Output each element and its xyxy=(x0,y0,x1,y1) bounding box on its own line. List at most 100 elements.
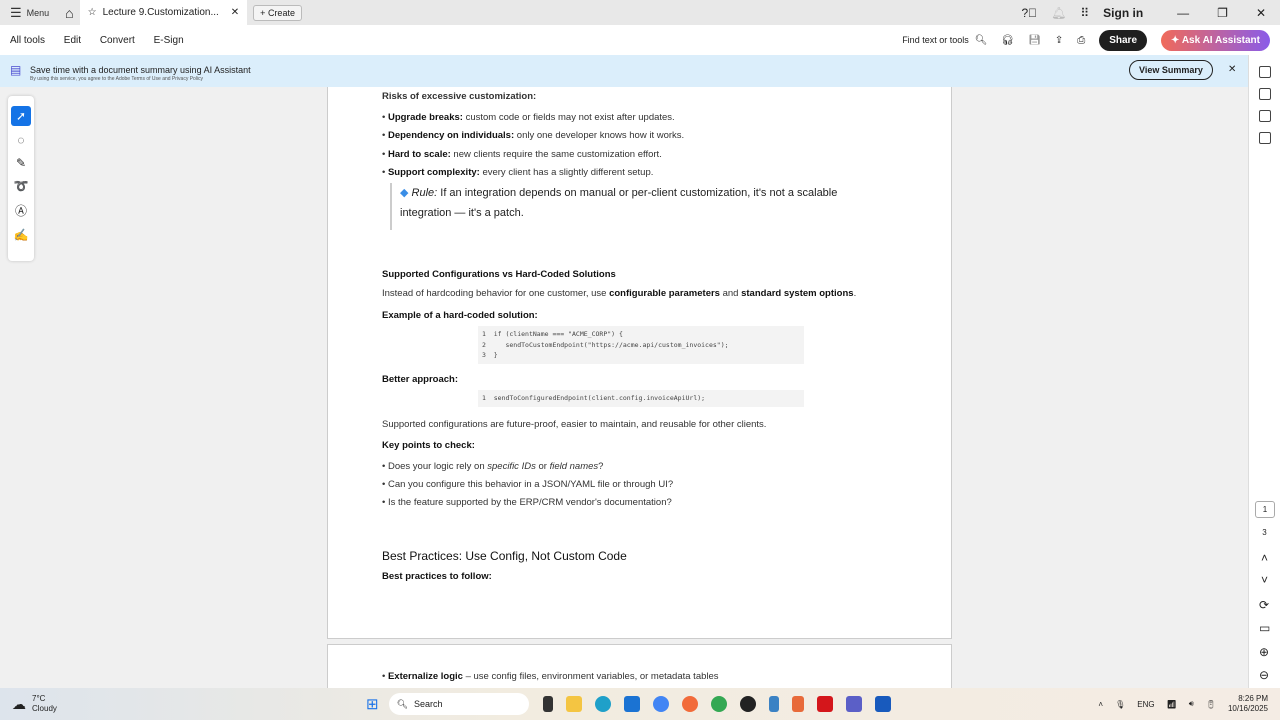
best-practices-subheading: Best practices to follow: xyxy=(382,571,492,582)
apps-icon[interactable]: ⠿ xyxy=(1080,6,1089,20)
code-block-configured: 1 sendToConfiguredEndpoint(client.config… xyxy=(478,390,804,407)
save-icon[interactable]: 💾︎ xyxy=(1028,35,1041,46)
close-tab-icon[interactable]: ✕ xyxy=(231,7,239,18)
wifi-icon[interactable]: 📶︎ xyxy=(1167,700,1177,709)
text-tool-icon[interactable]: Ⓐ xyxy=(8,202,34,219)
close-banner-icon[interactable]: ✕ xyxy=(1228,64,1236,75)
view-summary-button[interactable]: View Summary xyxy=(1129,60,1213,80)
sign-in-button[interactable]: Sign in xyxy=(1103,6,1143,20)
document-view[interactable]: ➚ ◌ ✎ ➰ Ⓐ ✍ Risks of excessive customiza… xyxy=(0,87,1248,688)
better-heading: Better approach: xyxy=(382,374,459,385)
battery-icon[interactable]: 🔋︎ xyxy=(1206,700,1216,709)
select-tool-icon[interactable]: ➚ xyxy=(11,106,31,126)
example-heading: Example of a hard-coded solution: xyxy=(382,310,538,321)
zoom-out-icon[interactable]: ⊖ xyxy=(1259,668,1269,682)
ask-ai-assistant-button[interactable]: ✦ Ask AI Assistant xyxy=(1161,29,1270,51)
store-icon[interactable] xyxy=(623,696,640,712)
pdf-page-next: • Externalize logic – use config files, … xyxy=(327,644,952,688)
volume-icon[interactable]: 🔊︎ xyxy=(1189,699,1194,709)
help-icon[interactable]: ?⃝ xyxy=(1021,6,1037,20)
mic-icon[interactable]: 🎙︎ xyxy=(1115,700,1125,709)
document-tab[interactable]: ☆ Lecture 9.Customization... ✕ xyxy=(79,0,248,25)
tray-chevron-icon[interactable]: ˄ xyxy=(1098,700,1103,709)
menu-button[interactable]: ☰ Menu xyxy=(10,5,49,21)
pen-tool-icon[interactable]: ✎ xyxy=(8,156,34,170)
draw-tool-icon[interactable]: ➰ xyxy=(8,179,34,193)
list-item: • Dependency on individuals: only one de… xyxy=(382,130,685,141)
list-item: • Externalize logic – use config files, … xyxy=(382,671,719,682)
print-icon[interactable]: ⎙ xyxy=(1077,35,1085,46)
intro-paragraph: Instead of hardcoding behavior for one c… xyxy=(382,288,857,299)
find-input[interactable]: Find text or tools xyxy=(902,35,969,45)
esign-menu[interactable]: E-Sign xyxy=(154,35,184,46)
teams-icon[interactable] xyxy=(845,696,862,712)
minimize-button[interactable]: — xyxy=(1177,6,1189,20)
summary-panel-icon[interactable] xyxy=(1258,66,1271,78)
comment-icon[interactable] xyxy=(1258,88,1271,100)
start-icon[interactable]: ⊞ xyxy=(366,695,379,713)
chatgpt-icon[interactable] xyxy=(739,696,756,712)
home-icon[interactable]: ⌂ xyxy=(65,5,73,21)
title-bar: ☰ Menu ⌂ ☆ Lecture 9.Customization... ✕ + C… xyxy=(0,0,1280,25)
edit-menu[interactable]: Edit xyxy=(64,35,81,46)
convert-menu[interactable]: Convert xyxy=(100,35,135,46)
star-icon[interactable]: ☆ xyxy=(88,7,97,18)
page-total: 3 xyxy=(1262,528,1267,537)
maximize-button[interactable]: ❐ xyxy=(1217,6,1228,20)
supported-paragraph: Supported configurations are future-proo… xyxy=(382,419,767,430)
banner-subtitle: By using this service, you agree to the … xyxy=(30,76,204,82)
edge-icon[interactable] xyxy=(594,696,611,712)
bookmark-icon[interactable] xyxy=(1258,110,1271,122)
cloud-icon: ☁ xyxy=(12,695,26,712)
main-toolbar: All tools Edit Convert E-Sign Find text … xyxy=(0,25,1280,55)
file-explorer-icon[interactable] xyxy=(565,696,582,712)
app-stripes-icon[interactable] xyxy=(791,696,804,712)
banner-title: Save time with a document summary using … xyxy=(30,65,251,75)
list-item: • Hard to scale: new clients require the… xyxy=(382,149,662,160)
zoom-in-icon[interactable]: ⊕ xyxy=(1259,645,1269,659)
best-practices-heading: Best Practices: Use Config, Not Custom C… xyxy=(382,549,627,563)
search-icon: 🔍︎ xyxy=(396,698,409,709)
list-item: • Does your logic rely on specific IDs o… xyxy=(382,461,604,472)
language-indicator[interactable]: ENG xyxy=(1137,700,1154,709)
code-block-hardcoded: 1 if (clientName === "ACME_CORP") { 2 se… xyxy=(478,326,804,364)
chrome-icon[interactable] xyxy=(652,696,669,712)
bell-icon[interactable]: 🔔︎ xyxy=(1051,6,1066,20)
right-rail: 1 3 ˄ ˅ ⟳ ▭ ⊕ ⊖ xyxy=(1248,55,1280,688)
app-orange-icon[interactable] xyxy=(681,696,698,712)
word-icon[interactable] xyxy=(874,696,891,712)
list-item: • Support complexity: every client has a… xyxy=(382,167,654,178)
list-item: • Upgrade breaks: custom code or fields … xyxy=(382,112,675,123)
acrobat-icon[interactable] xyxy=(816,696,833,712)
rotate-icon[interactable]: ⟳ xyxy=(1259,598,1269,612)
taskbar: ☁ 7°C Cloudy ⊞ 🔍︎ Search ˄ 🎙︎ ENG 📶︎ 🔊︎ 🔋︎… xyxy=(0,688,1280,720)
upload-icon[interactable]: ⇪ xyxy=(1055,35,1063,46)
hamburger-icon: ☰ xyxy=(10,4,22,20)
key-points-heading: Key points to check: xyxy=(382,440,475,451)
fit-page-icon[interactable]: ▭ xyxy=(1259,621,1270,635)
sign-tool-icon[interactable]: ✍ xyxy=(8,228,34,242)
chrome-alt-icon[interactable] xyxy=(710,696,727,712)
notepad-icon[interactable] xyxy=(768,696,779,712)
next-page-icon[interactable]: ˅ xyxy=(1261,573,1268,587)
close-window-button[interactable]: ✕ xyxy=(1256,6,1266,20)
all-tools-menu[interactable]: All tools xyxy=(10,35,45,46)
search-icon[interactable]: 🔍︎ xyxy=(975,35,988,46)
task-view-icon[interactable] xyxy=(542,696,553,712)
list-item: • Is the feature supported by the ERP/CR… xyxy=(382,497,672,508)
prev-page-icon[interactable]: ˄ xyxy=(1261,551,1268,565)
share-button[interactable]: Share xyxy=(1099,29,1148,51)
clock[interactable]: 8:26 PM 10/16/2025 xyxy=(1228,694,1268,714)
ai-icon: ✦ xyxy=(1171,34,1182,46)
read-aloud-icon[interactable]: 🎧︎ xyxy=(1001,35,1014,46)
taskbar-search[interactable]: 🔍︎ Search xyxy=(388,693,529,715)
weather-widget[interactable]: ☁ 7°C Cloudy xyxy=(12,694,57,714)
pdf-page: Risks of excessive customization: • Upgr… xyxy=(327,87,952,639)
ai-summary-banner: ▤ Save time with a document summary usin… xyxy=(0,55,1248,87)
comment-tool-icon[interactable]: ◌ xyxy=(8,133,34,147)
pages-icon[interactable] xyxy=(1258,132,1271,144)
page-number-current[interactable]: 1 xyxy=(1255,501,1275,518)
summary-icon: ▤ xyxy=(10,63,22,77)
risks-heading: Risks of excessive customization: xyxy=(382,91,537,102)
create-button[interactable]: + Create xyxy=(253,4,302,21)
